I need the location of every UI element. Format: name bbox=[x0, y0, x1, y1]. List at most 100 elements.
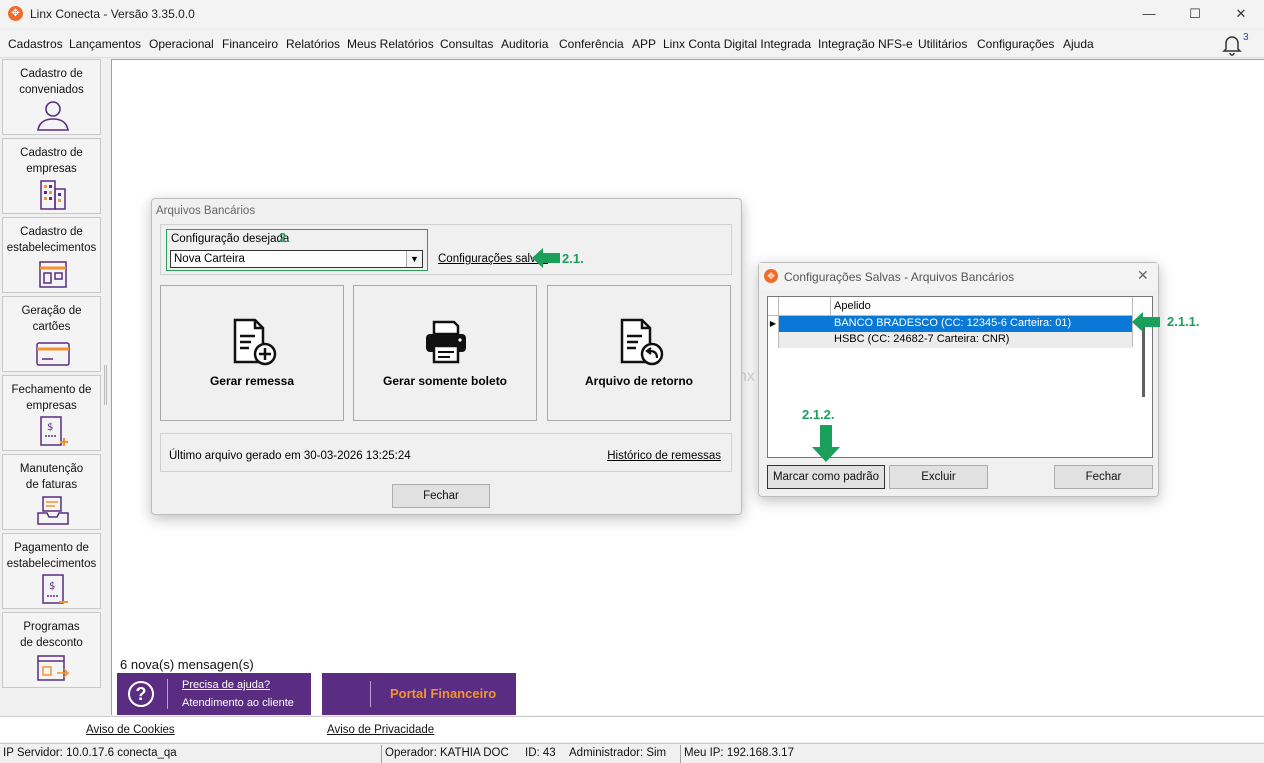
status-id: ID: 43 bbox=[525, 747, 556, 759]
chevron-down-icon[interactable]: ▼ bbox=[406, 251, 422, 267]
tray-icon bbox=[37, 496, 69, 525]
svg-text:$: $ bbox=[47, 422, 53, 433]
sidebar-item-label: Cadastro de bbox=[20, 147, 83, 159]
menu-configuracoes[interactable]: Configurações bbox=[977, 37, 1054, 51]
arquivos-bancarios-dialog: Arquivos Bancários Configuração desejada… bbox=[151, 198, 742, 515]
grid-header-spacer bbox=[779, 297, 831, 316]
sidebar-item-fechamento[interactable]: Fechamento de empresas $ bbox=[2, 375, 101, 451]
menu-integracao-nfse[interactable]: Integração NFS-e bbox=[818, 37, 913, 51]
title-bar: ✥ Linx Conecta - Versão 3.35.0.0 — ☐ ✕ bbox=[0, 0, 1264, 28]
arquivo-retorno-label: Arquivo de retorno bbox=[584, 374, 693, 388]
menu-conferencia[interactable]: Conferência bbox=[559, 37, 624, 51]
discount-icon bbox=[37, 655, 70, 681]
sidebar-item-label: empresas bbox=[26, 163, 77, 175]
dialog-title: Configurações Salvas - Arquivos Bancário… bbox=[784, 270, 1015, 284]
status-bar: IP Servidor: 10.0.17.6 conecta_qa Operad… bbox=[0, 743, 1264, 763]
status-my-ip: Meu IP: 192.168.3.17 bbox=[684, 747, 794, 759]
status-separator bbox=[381, 745, 382, 763]
dialog-title: Arquivos Bancários bbox=[156, 205, 256, 217]
configuracoes-salvas-dialog: ✥ Configurações Salvas - Arquivos Bancár… bbox=[758, 262, 1160, 497]
arrow-left-icon bbox=[532, 248, 560, 268]
sidebar-item-conveniados[interactable]: Cadastro de conveniados bbox=[2, 59, 101, 135]
card-icon bbox=[36, 342, 70, 366]
menu-meus-relatorios[interactable]: Meus Relatórios bbox=[347, 37, 434, 51]
row-pointer-icon: ▶ bbox=[768, 316, 779, 332]
menu-ajuda[interactable]: Ajuda bbox=[1063, 37, 1094, 51]
sidebar-item-label: estabelecimentos bbox=[6, 558, 97, 570]
menu-linx-conta-digital[interactable]: Linx Conta Digital Integrada bbox=[663, 37, 811, 51]
status-separator bbox=[680, 745, 681, 763]
close-button[interactable]: ✕ bbox=[1218, 0, 1264, 28]
step-2-1-annotation: 2.1. bbox=[562, 251, 584, 266]
menu-utilitarios[interactable]: Utilitários bbox=[918, 37, 967, 51]
table-cell[interactable]: BANCO BRADESCO (CC: 12345-6 Carteira: 01… bbox=[779, 316, 1132, 332]
historico-remessas-link[interactable]: Histórico de remessas bbox=[607, 450, 721, 462]
building-icon bbox=[40, 180, 66, 210]
sidebar-item-label: estabelecimentos bbox=[6, 242, 97, 254]
gerar-boleto-button[interactable]: Gerar somente boleto bbox=[353, 285, 537, 421]
config-highlight-box: Configuração desejada 2. Nova Carteira ▼ bbox=[166, 229, 428, 271]
sidebar-item-label: Fechamento de bbox=[11, 384, 92, 396]
status-admin: Administrador: Sim bbox=[569, 747, 667, 759]
bell-icon[interactable] bbox=[1221, 34, 1243, 56]
last-file-box: Último arquivo gerado em 30-03-2026 13:2… bbox=[160, 433, 732, 472]
config-select[interactable]: Nova Carteira ▼ bbox=[170, 250, 423, 268]
dialog-header: ✥ Configurações Salvas - Arquivos Bancár… bbox=[759, 263, 1158, 290]
menu-app[interactable]: APP bbox=[632, 37, 656, 51]
config-select-value: Nova Carteira bbox=[174, 253, 245, 265]
config-label: Configuração desejada bbox=[171, 233, 290, 245]
menu-operacional[interactable]: Operacional bbox=[149, 37, 214, 51]
sidebar-splitter[interactable] bbox=[104, 365, 107, 405]
portal-financeiro-banner[interactable]: Portal Financeiro bbox=[322, 673, 516, 715]
linx-logo-icon: ✥ bbox=[764, 269, 778, 283]
document-return-icon bbox=[620, 318, 664, 366]
help-link[interactable]: Precisa de ajuda? bbox=[182, 679, 270, 691]
cookie-bar: Aviso de Cookies Aviso de Privacidade bbox=[0, 716, 1264, 742]
fechar-button[interactable]: Fechar bbox=[392, 484, 490, 508]
sidebar-item-label: empresas bbox=[26, 400, 77, 412]
fechar-button[interactable]: Fechar bbox=[1054, 465, 1153, 489]
aviso-cookies-link[interactable]: Aviso de Cookies bbox=[86, 724, 175, 736]
menu-cadastros[interactable]: Cadastros bbox=[8, 37, 63, 51]
sidebar-item-label: Programas bbox=[23, 621, 80, 633]
sidebar-item-descontos[interactable]: Programas de desconto bbox=[2, 612, 101, 688]
marcar-padrao-button[interactable]: Marcar como padrão bbox=[767, 465, 885, 489]
status-operator: Operador: KATHIA DOC bbox=[385, 747, 509, 759]
excluir-button[interactable]: Excluir bbox=[889, 465, 988, 489]
invoice-icon: $ bbox=[40, 416, 68, 446]
arrow-left-icon bbox=[1132, 312, 1160, 332]
last-file-text: Último arquivo gerado em 30-03-2026 13:2… bbox=[169, 450, 411, 462]
gerar-remessa-button[interactable]: Gerar remessa bbox=[160, 285, 344, 421]
sidebar-item-label: cartões bbox=[32, 321, 71, 333]
sidebar-item-cartoes[interactable]: Geração de cartões bbox=[2, 296, 101, 372]
sidebar-item-pagamento[interactable]: Pagamento de estabelecimentos $ bbox=[2, 533, 101, 609]
menu-relatorios[interactable]: Relatórios bbox=[286, 37, 340, 51]
help-divider bbox=[167, 679, 168, 709]
menu-consultas[interactable]: Consultas bbox=[440, 37, 493, 51]
close-icon[interactable]: ✕ bbox=[1137, 267, 1149, 284]
sidebar-item-empresas[interactable]: Cadastro de empresas bbox=[2, 138, 101, 214]
status-server: IP Servidor: 10.0.17.6 conecta_qa bbox=[3, 747, 177, 759]
menu-auditoria[interactable]: Auditoria bbox=[501, 37, 548, 51]
notification-count: 3 bbox=[1243, 32, 1249, 43]
table-cell[interactable]: HSBC (CC: 24682-7 Carteira: CNR) bbox=[779, 332, 1132, 348]
config-group: Configuração desejada 2. Nova Carteira ▼… bbox=[160, 224, 732, 275]
minimize-button[interactable]: — bbox=[1126, 0, 1172, 28]
sidebar-item-label: Cadastro de bbox=[20, 68, 83, 80]
table-row[interactable]: ▶ BANCO BRADESCO (CC: 12345-6 Carteira: … bbox=[768, 316, 1132, 332]
sidebar-item-faturas[interactable]: Manutenção de faturas bbox=[2, 454, 101, 530]
help-subtitle: Atendimento ao cliente bbox=[182, 697, 294, 709]
window-title: Linx Conecta - Versão 3.35.0.0 bbox=[30, 7, 195, 21]
menu-lancamentos[interactable]: Lançamentos bbox=[69, 37, 141, 51]
sidebar-item-estabelecimentos[interactable]: Cadastro de estabelecimentos bbox=[2, 217, 101, 293]
table-row[interactable]: HSBC (CC: 24682-7 Carteira: CNR) bbox=[768, 332, 1132, 348]
arquivo-retorno-button[interactable]: Arquivo de retorno bbox=[547, 285, 731, 421]
messages-count[interactable]: 6 nova(s) mensagen(s) bbox=[120, 657, 254, 672]
help-banner[interactable]: ? Precisa de ajuda? Atendimento ao clien… bbox=[117, 673, 311, 715]
printer-icon bbox=[426, 320, 466, 364]
column-header-apelido[interactable]: Apelido bbox=[834, 300, 871, 312]
maximize-button[interactable]: ☐ bbox=[1172, 0, 1218, 28]
aviso-privacidade-link[interactable]: Aviso de Privacidade bbox=[327, 724, 434, 736]
menu-financeiro[interactable]: Financeiro bbox=[222, 37, 278, 51]
sidebar-item-label: conveniados bbox=[19, 84, 84, 96]
